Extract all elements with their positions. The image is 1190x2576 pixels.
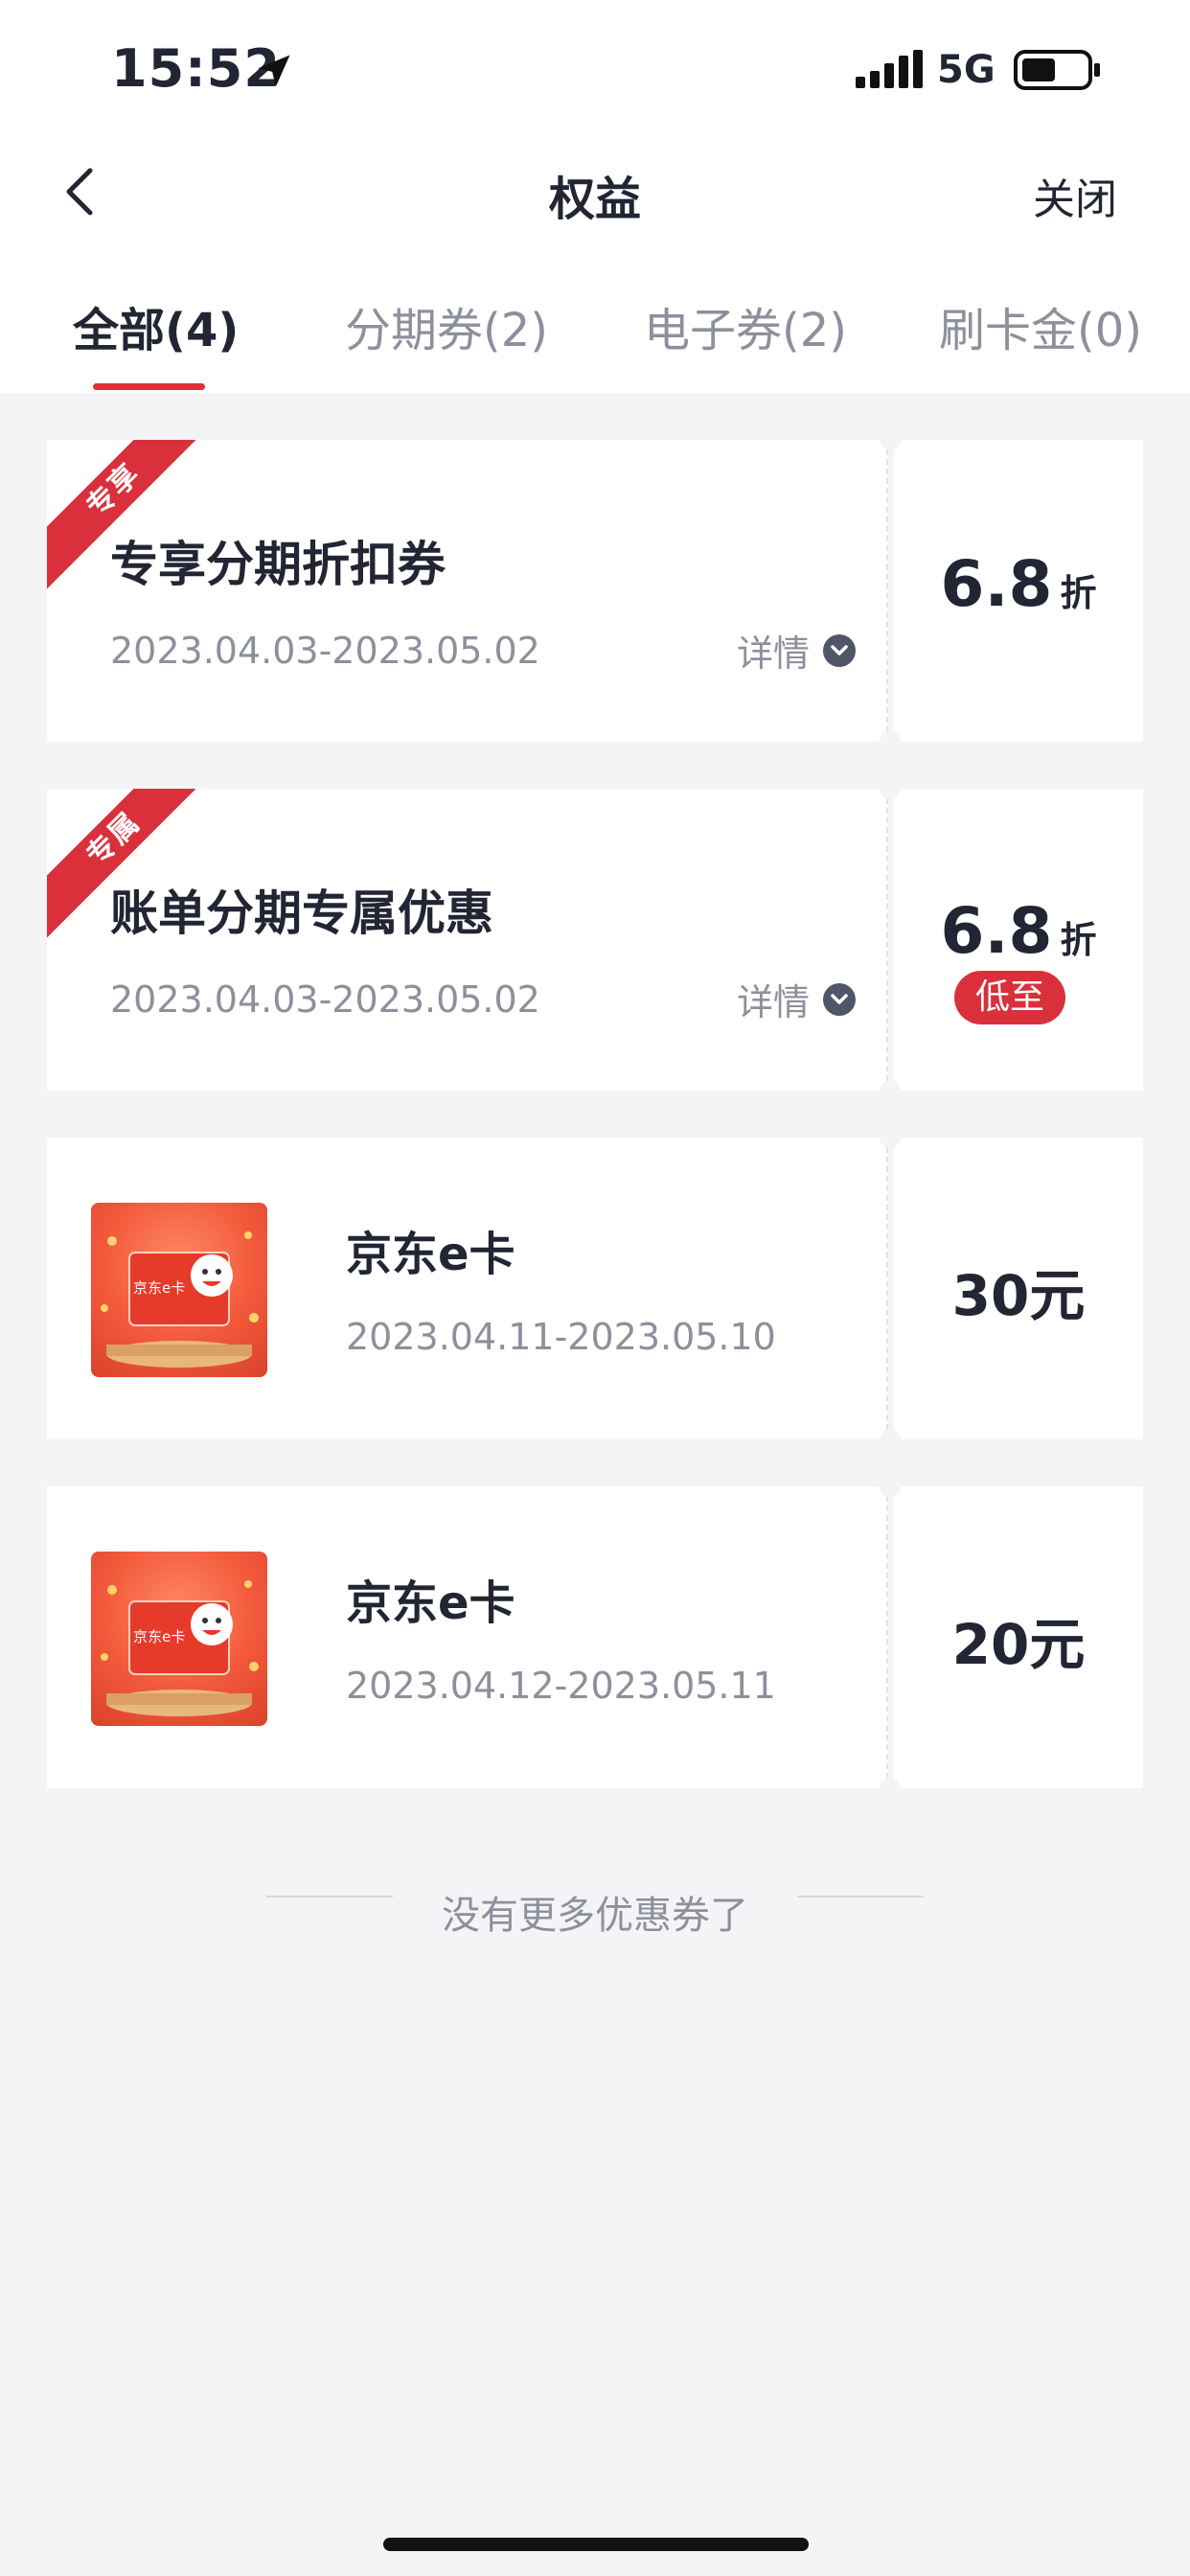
notch-top xyxy=(880,1476,901,1497)
notch-bottom xyxy=(880,731,901,752)
status-bar: 15:52 5G xyxy=(0,0,1190,134)
coupon-title: 京东e卡 xyxy=(346,1228,515,1281)
notch-top xyxy=(880,429,901,450)
active-tab-indicator xyxy=(93,383,205,390)
header: 15:52 5G 权益 关闭 全部(4) 分期券(2) 电子券(2) 刷卡金(0… xyxy=(0,0,1190,393)
tab-all[interactable]: 全部(4) xyxy=(73,292,239,359)
coupon-card[interactable]: 专属 账单分期专属优惠 2023.04.03-2023.05.02 详情 6.8… xyxy=(47,778,1143,1101)
notch-top xyxy=(880,1127,901,1148)
notch-top xyxy=(880,778,901,799)
coupon-value: 6.8 折 xyxy=(894,894,1143,968)
chevron-down-icon xyxy=(823,982,857,1016)
coupon-value: 30元 xyxy=(951,1263,1086,1328)
discount-value: 6.8 xyxy=(940,894,1053,968)
page-title: 权益 xyxy=(548,172,641,226)
card-text: 京东e卡 xyxy=(133,1279,186,1297)
notch-bottom xyxy=(880,1429,901,1450)
tab-card-cash[interactable]: 刷卡金(0) xyxy=(939,292,1142,359)
coupon-date: 2023.04.03-2023.05.02 xyxy=(110,978,540,1021)
coupon-value-panel: 20元 xyxy=(894,1486,1143,1788)
jd-ecard-image: 京东e卡 xyxy=(91,1203,267,1377)
coupon-value: 6.8 折 xyxy=(894,547,1143,621)
discount-unit: 折 xyxy=(1060,919,1097,961)
coupon-card[interactable]: 京东e卡 京东e卡 2023.04.11-2023.05.10 30元 xyxy=(47,1127,1143,1450)
coupon-value-panel: 6.8 折 低至 xyxy=(894,789,1143,1091)
coupon-info: 专享 专享分期折扣券 2023.04.03-2023.05.02 详情 xyxy=(47,440,888,742)
close-button[interactable]: 关闭 xyxy=(1033,165,1117,226)
detail-label: 详情 xyxy=(737,981,811,1024)
home-indicator xyxy=(383,2538,809,2551)
location-arrow-icon xyxy=(258,55,290,87)
card-text: 京东e卡 xyxy=(133,1628,186,1645)
coupon-title: 京东e卡 xyxy=(346,1576,515,1630)
coupon-value-panel: 6.8 折 xyxy=(894,440,1143,742)
tab-e-coupons[interactable]: 电子券(2) xyxy=(644,292,847,359)
detail-toggle[interactable]: 详情 xyxy=(737,973,857,1025)
coupon-card[interactable]: 专享 专享分期折扣券 2023.04.03-2023.05.02 详情 6.8 折 xyxy=(47,429,1143,752)
jd-ecard-image: 京东e卡 xyxy=(91,1552,267,1726)
signal-icon xyxy=(856,50,923,88)
discount-unit: 折 xyxy=(1060,572,1097,614)
end-of-list-text: 没有更多优惠券了 xyxy=(442,1894,748,1938)
coupon-date: 2023.04.03-2023.05.02 xyxy=(110,630,540,672)
coupon-info: 专属 账单分期专属优惠 2023.04.03-2023.05.02 详情 xyxy=(47,789,888,1091)
discount-value: 6.8 xyxy=(940,547,1053,621)
coupon-date: 2023.04.11-2023.05.10 xyxy=(346,1316,776,1358)
coupon-card[interactable]: 京东e卡 京东e卡 2023.04.12-2023.05.11 20元 xyxy=(47,1476,1143,1799)
coupon-value-panel: 30元 xyxy=(894,1138,1143,1439)
detail-toggle[interactable]: 详情 xyxy=(737,624,857,677)
coupon-info: 京东e卡 京东e卡 2023.04.11-2023.05.10 xyxy=(47,1138,888,1439)
coupon-title: 账单分期专属优惠 xyxy=(110,886,493,941)
notch-bottom xyxy=(880,1778,901,1799)
coupon-value: 20元 xyxy=(951,1612,1086,1677)
detail-label: 详情 xyxy=(737,632,811,675)
coupon-info: 京东e卡 京东e卡 2023.04.12-2023.05.11 xyxy=(47,1486,888,1788)
coupon-date: 2023.04.12-2023.05.11 xyxy=(346,1665,776,1707)
coupon-title: 专享分期折扣券 xyxy=(110,537,446,592)
battery-icon xyxy=(1014,50,1100,90)
chevron-down-icon xyxy=(823,633,857,667)
min-discount-badge: 低至 xyxy=(954,971,1065,1024)
tab-installment-coupons[interactable]: 分期券(2) xyxy=(345,292,548,359)
divider-right xyxy=(797,1896,924,1898)
notch-bottom xyxy=(880,1080,901,1101)
network-type: 5G xyxy=(937,48,995,92)
